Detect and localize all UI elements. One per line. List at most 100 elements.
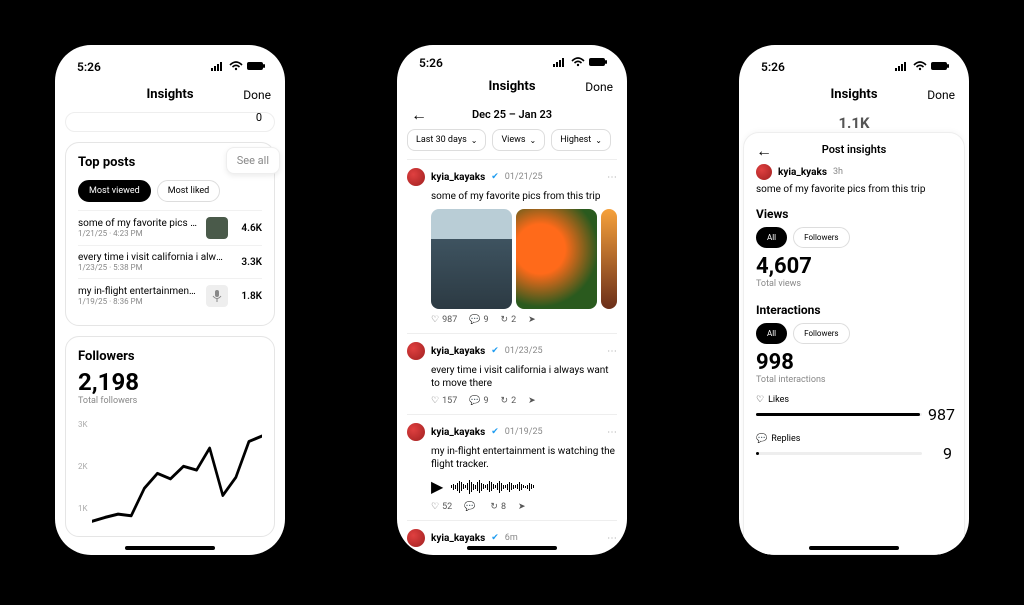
post-date: 01/19/25	[505, 427, 543, 437]
interactions-title: Interactions	[756, 303, 952, 317]
like-button[interactable]: ♡ 987	[431, 315, 457, 325]
phone-post-insights: 5:26 Insights Done 1.1K ← Post insights …	[739, 45, 969, 555]
filter-range[interactable]: Last 30 days⌄	[407, 129, 486, 151]
tab-all[interactable]: All	[756, 227, 787, 248]
wifi-icon	[229, 60, 243, 74]
username: kyia_kayaks	[431, 172, 485, 183]
likes-track	[756, 413, 922, 416]
feed-post[interactable]: kyia_kayaks ✔ 01/21/25 ⋯ some of my favo…	[407, 159, 617, 333]
battery-icon	[589, 56, 609, 70]
followers-sub: Total followers	[78, 396, 262, 406]
back-button[interactable]: ←	[756, 141, 772, 161]
tab-all[interactable]: All	[756, 323, 787, 344]
avatar	[407, 168, 425, 186]
top-post-row[interactable]: some of my favorite pics fro… 1/21/25 · …	[78, 210, 262, 245]
post-subtitle: 1/23/25 · 5:38 PM	[78, 263, 228, 272]
like-button[interactable]: ♡ 157	[431, 396, 457, 406]
chevron-down-icon: ⌄	[595, 136, 602, 145]
ytick: 3K	[78, 420, 88, 429]
filter-row: Last 30 days⌄ Views⌄ Highest⌄	[397, 129, 627, 159]
verified-icon: ✔	[491, 172, 499, 182]
post-title: every time i visit california i always w…	[78, 252, 228, 263]
interactions-section: Interactions All Followers 998 Total int…	[756, 303, 952, 463]
audio-player[interactable]: ▶	[431, 477, 617, 496]
avatar	[407, 529, 425, 547]
status-bar: 5:26	[739, 45, 969, 79]
repost-button[interactable]: ↻ 8	[490, 502, 506, 512]
back-button[interactable]: ←	[411, 105, 427, 125]
post-title: some of my favorite pics fro…	[78, 218, 198, 229]
mic-icon	[206, 285, 228, 307]
followers-card: Followers 2,198 Total followers 3K 2K 1K	[65, 336, 275, 537]
top-posts-card: Top posts See all Most viewed Most liked…	[65, 142, 275, 326]
home-indicator	[467, 546, 557, 550]
avatar	[407, 423, 425, 441]
post-age: 3h	[833, 167, 843, 177]
done-button[interactable]: Done	[585, 80, 613, 94]
tab-most-liked[interactable]: Most liked	[157, 180, 221, 202]
media-carousel[interactable]	[431, 209, 617, 309]
title-bar: Insights Done	[397, 71, 627, 104]
comment-button[interactable]: 💬 9	[469, 315, 488, 325]
tab-followers[interactable]: Followers	[793, 227, 849, 248]
phone-insights-overview: 5:26 Insights Done 0 Top posts See all M…	[55, 45, 285, 555]
more-icon[interactable]: ⋯	[607, 533, 617, 544]
post-thumbnail	[206, 217, 228, 239]
status-time: 5:26	[77, 60, 101, 74]
verified-icon: ✔	[491, 346, 499, 356]
username: kyia_kyaks	[778, 167, 827, 178]
collapsed-card: 0	[65, 112, 275, 132]
battery-icon	[247, 60, 267, 74]
play-icon[interactable]: ▶	[431, 477, 443, 496]
sheet-title: Post insights	[822, 143, 887, 156]
filter-views[interactable]: Views⌄	[492, 129, 545, 151]
see-all-button[interactable]: See all	[226, 147, 280, 174]
reply-icon: 💬	[756, 434, 767, 444]
done-button[interactable]: Done	[243, 88, 271, 102]
repost-button[interactable]: ↻ 2	[501, 396, 517, 406]
media-image	[431, 209, 512, 309]
status-bar: 5:26	[397, 45, 627, 71]
done-button[interactable]: Done	[927, 88, 955, 102]
home-indicator	[125, 546, 215, 550]
status-time: 5:26	[419, 56, 443, 70]
post-title: my in-flight entertainment is…	[78, 286, 198, 297]
comment-button[interactable]: 💬	[464, 502, 478, 512]
post-subtitle: 1/19/25 · 8:36 PM	[78, 297, 198, 306]
page-title: Insights	[147, 87, 194, 102]
wifi-icon	[913, 60, 927, 74]
top-post-row[interactable]: every time i visit california i always w…	[78, 245, 262, 278]
repost-button[interactable]: ↻ 2	[501, 315, 517, 325]
share-button[interactable]: ➤	[528, 396, 536, 406]
views-title: Views	[756, 207, 952, 221]
post-count: 4.6K	[236, 223, 262, 234]
more-icon[interactable]: ⋯	[607, 346, 617, 357]
more-icon[interactable]: ⋯	[607, 172, 617, 183]
background-metric: 1.1K	[739, 112, 969, 132]
home-indicator	[809, 546, 899, 550]
post-caption: some of my favorite pics from this trip	[756, 184, 952, 195]
post-text: every time i visit california i always w…	[431, 364, 617, 390]
tab-followers[interactable]: Followers	[793, 323, 849, 344]
media-image	[601, 209, 618, 309]
share-button[interactable]: ➤	[528, 315, 536, 325]
feed-post[interactable]: kyia_kayaks ✔ 01/19/25 ⋯ my in-flight en…	[407, 414, 617, 520]
status-icons	[553, 56, 609, 70]
post-count: 3.3K	[236, 257, 262, 268]
share-button[interactable]: ➤	[518, 502, 526, 512]
media-image	[516, 209, 597, 309]
comment-button[interactable]: 💬 9	[469, 396, 488, 406]
interactions-sub: Total interactions	[756, 375, 952, 385]
post-insights-sheet: ← Post insights kyia_kyaks 3h some of my…	[743, 132, 965, 555]
like-button[interactable]: ♡ 52	[431, 502, 452, 512]
signal-icon	[895, 60, 909, 74]
battery-icon	[931, 60, 951, 74]
title-bar: Insights Done	[55, 79, 285, 112]
phone-insights-feed: 5:26 Insights Done ← Dec 25 – Jan 23 Las…	[397, 45, 627, 555]
more-icon[interactable]: ⋯	[607, 427, 617, 438]
feed-post[interactable]: kyia_kayaks ✔ 01/23/25 ⋯ every time i vi…	[407, 333, 617, 414]
page-title: Insights	[831, 87, 878, 102]
top-post-row[interactable]: my in-flight entertainment is… 1/19/25 ·…	[78, 278, 262, 313]
filter-highest[interactable]: Highest⌄	[551, 129, 611, 151]
tab-most-viewed[interactable]: Most viewed	[78, 180, 151, 202]
